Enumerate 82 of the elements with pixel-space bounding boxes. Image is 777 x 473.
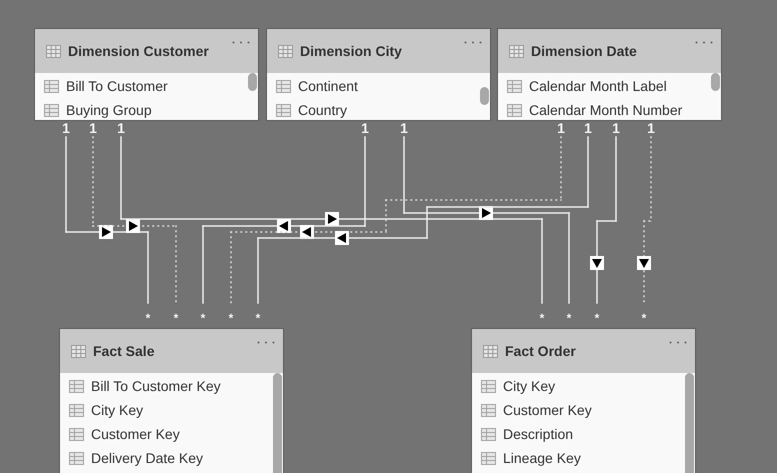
table-icon <box>44 104 59 116</box>
column-name[interactable]: Description <box>503 424 574 444</box>
table-icon <box>507 80 522 92</box>
more-options-icon[interactable] <box>257 341 275 344</box>
table-title: Dimension Customer <box>68 42 209 60</box>
scrollbar-thumb[interactable] <box>480 87 489 105</box>
filter-arrow-icon <box>335 231 349 245</box>
table-icon <box>44 80 59 92</box>
column-name[interactable]: Customer Key <box>91 424 180 444</box>
relationship-line-segment[interactable] <box>257 237 428 239</box>
column-name[interactable]: Bill To Customer <box>66 76 168 96</box>
table-icon <box>481 404 496 416</box>
column-name[interactable]: Calendar Month Label <box>529 76 667 96</box>
table-icon <box>483 344 498 358</box>
table-icon <box>69 404 84 416</box>
cardinality-label: 1 <box>557 120 565 136</box>
cardinality-label: * <box>642 311 646 325</box>
cardinality-label: * <box>228 311 234 325</box>
column-name[interactable]: Buying Group <box>66 100 152 120</box>
cardinality-label: * <box>146 311 150 325</box>
filter-arrow-icon <box>590 256 604 270</box>
table-icon <box>481 452 496 464</box>
table-title: Dimension City <box>300 42 402 61</box>
more-options-icon[interactable] <box>695 41 713 44</box>
cardinality-label: * <box>200 311 206 325</box>
table-title: Dimension Date <box>531 42 637 60</box>
column-name[interactable]: City Key <box>91 400 144 420</box>
scrollbar-thumb[interactable] <box>248 73 257 91</box>
relationship-line-segment[interactable] <box>403 212 570 214</box>
cardinality-label: * <box>566 311 572 325</box>
table-icon <box>481 380 496 392</box>
filter-arrow-icon <box>277 219 291 233</box>
filter-arrow-icon <box>325 212 339 226</box>
cardinality-label: 1 <box>361 120 369 136</box>
table-icon <box>278 44 293 58</box>
column-name[interactable]: Customer Key <box>503 400 592 420</box>
cardinality-label: 1 <box>117 120 125 136</box>
table-icon <box>481 428 496 440</box>
filter-arrow-icon <box>126 219 140 233</box>
cardinality-label: * <box>540 311 544 325</box>
filter-arrow-icon <box>637 256 651 270</box>
table-card[interactable]: Dimension Customer Bill To Customer Buying Group <box>34 28 259 121</box>
column-name[interactable]: Calendar Month Number <box>529 100 682 120</box>
table-card[interactable]: Dimension Date Calendar Month Label Calendar Month Number <box>497 28 722 121</box>
cardinality-label: * <box>594 311 600 325</box>
scrollbar-thumb[interactable] <box>273 373 282 473</box>
table-icon <box>71 344 86 358</box>
column-name[interactable]: Continent <box>298 76 358 96</box>
column-name[interactable]: Country <box>298 100 348 120</box>
cardinality-label: 1 <box>89 120 97 136</box>
cardinality-label: 1 <box>612 120 620 136</box>
table-icon <box>46 44 61 58</box>
table-icon <box>69 380 84 392</box>
table-icon <box>507 104 522 116</box>
table-icon <box>509 44 524 58</box>
table-icon <box>276 104 291 116</box>
table-icon <box>276 80 291 92</box>
filter-arrow-icon <box>479 206 493 220</box>
table-title: Fact Sale <box>93 342 154 360</box>
column-name[interactable]: City Key <box>503 376 556 396</box>
more-options-icon[interactable] <box>232 41 250 44</box>
more-options-icon[interactable] <box>464 41 482 44</box>
filter-arrow-icon <box>300 225 314 239</box>
cardinality-label: * <box>256 311 260 325</box>
table-title: Fact Order <box>505 342 576 360</box>
column-name[interactable]: Delivery Date Key <box>91 448 204 468</box>
table-card[interactable]: Fact Sale Bill To Customer Key City Key Customer Key Delivery Date Key <box>59 328 284 473</box>
more-options-icon[interactable] <box>669 341 687 344</box>
cardinality-label: 1 <box>584 120 592 136</box>
table-card[interactable]: Dimension City Continent Country <box>266 28 491 121</box>
table-icon <box>69 452 84 464</box>
scrollbar-thumb[interactable] <box>685 373 694 473</box>
cardinality-label: * <box>174 311 178 325</box>
table-card[interactable]: Fact Order City Key Customer Key Description Lineage Key <box>471 328 696 473</box>
cardinality-label: 1 <box>647 120 655 136</box>
cardinality-label: 1 <box>62 120 70 136</box>
cardinality-label: 1 <box>400 120 408 136</box>
filter-arrow-icon <box>99 225 113 239</box>
table-icon <box>69 428 84 440</box>
column-name[interactable]: Bill To Customer Key <box>91 376 221 396</box>
column-name[interactable]: Lineage Key <box>503 448 581 468</box>
scrollbar-thumb[interactable] <box>711 73 720 91</box>
